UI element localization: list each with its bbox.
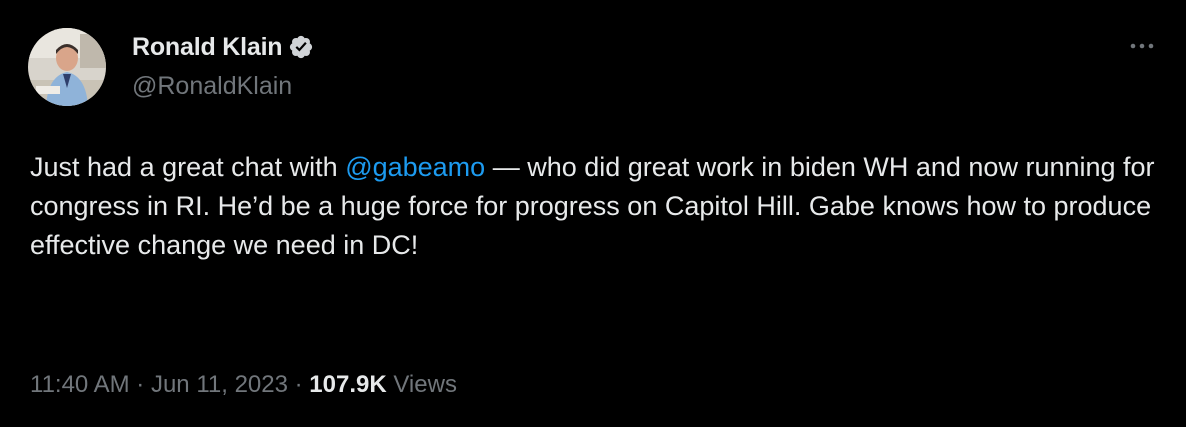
author-display-name[interactable]: Ronald Klain bbox=[132, 33, 283, 62]
tweet-meta: 11:40 AM · Jun 11, 2023 · 107.9K Views bbox=[30, 371, 457, 399]
tweet-card: Ronald Klain @RonaldKlain Just had a gre… bbox=[0, 0, 1186, 427]
avatar[interactable] bbox=[28, 28, 106, 106]
mention-link[interactable]: @gabeamo bbox=[345, 152, 485, 182]
meta-separator: · bbox=[129, 371, 151, 398]
tweet-text-start: Just had a great chat with bbox=[30, 152, 346, 182]
tweet-text: Just had a great chat with @gabeamo — wh… bbox=[30, 148, 1170, 265]
views-label: Views bbox=[386, 371, 457, 398]
more-horizontal-icon[interactable] bbox=[1124, 34, 1160, 58]
tweet-date[interactable]: Jun 11, 2023 bbox=[151, 371, 288, 399]
tweet-time[interactable]: 11:40 AM bbox=[30, 371, 130, 399]
views-count[interactable]: 107.9K bbox=[309, 371, 386, 399]
author-handle[interactable]: @RonaldKlain bbox=[132, 72, 292, 101]
verified-badge-icon[interactable] bbox=[288, 34, 314, 60]
avatar-photo bbox=[28, 28, 106, 106]
author-name-row: Ronald Klain bbox=[132, 30, 314, 64]
meta-separator: · bbox=[287, 371, 310, 398]
